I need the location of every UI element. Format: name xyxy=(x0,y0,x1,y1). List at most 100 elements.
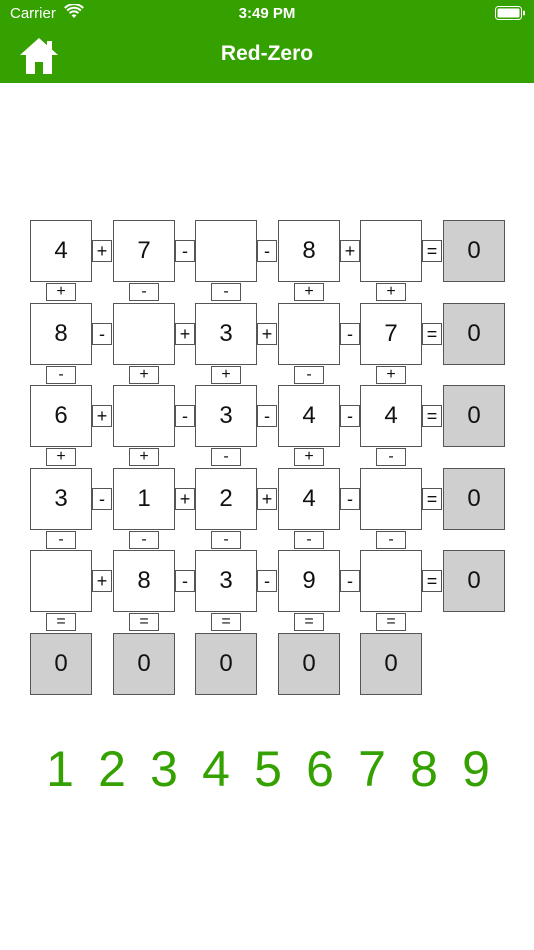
vertical-operator-box: + xyxy=(46,448,76,466)
operator-box: + xyxy=(257,488,277,510)
grid-cell: 3 xyxy=(195,550,257,612)
grid-cell: 3 xyxy=(195,385,257,447)
column-result-cell: 0 xyxy=(30,633,92,695)
grid-cell[interactable] xyxy=(278,303,340,365)
grid-cell: 4 xyxy=(278,385,340,447)
operator-box: - xyxy=(257,240,277,262)
column-result-cell: 0 xyxy=(195,633,257,695)
grid-cell[interactable] xyxy=(113,303,175,365)
equals-box: = xyxy=(422,240,442,262)
grid-cell[interactable] xyxy=(360,468,422,530)
operator-box: - xyxy=(257,570,277,592)
operator-box: - xyxy=(175,405,195,427)
battery-icon xyxy=(495,6,525,20)
vertical-operator-box: - xyxy=(294,531,324,549)
digit-button[interactable]: 6 xyxy=(300,740,340,798)
operator-box: - xyxy=(175,570,195,592)
column-result-cell: 0 xyxy=(113,633,175,695)
vertical-operator-box: + xyxy=(294,448,324,466)
vertical-operator-box: + xyxy=(46,283,76,301)
grid-cell[interactable] xyxy=(360,220,422,282)
row-result-cell: 0 xyxy=(443,385,505,447)
grid-cell: 3 xyxy=(195,303,257,365)
operator-box: - xyxy=(92,488,112,510)
row-result-cell: 0 xyxy=(443,468,505,530)
grid-cell: 2 xyxy=(195,468,257,530)
grid-cell: 6 xyxy=(30,385,92,447)
operator-box: - xyxy=(340,323,360,345)
vertical-operator-box: - xyxy=(46,366,76,384)
column-result-cell: 0 xyxy=(278,633,340,695)
vertical-operator-box: = xyxy=(46,613,76,631)
operator-box: + xyxy=(340,240,360,262)
equals-box: = xyxy=(422,323,442,345)
operator-box: + xyxy=(175,488,195,510)
grid-cell[interactable] xyxy=(113,385,175,447)
grid-cell: 4 xyxy=(360,385,422,447)
operator-box: - xyxy=(257,405,277,427)
grid-cell: 4 xyxy=(30,220,92,282)
grid-cell: 8 xyxy=(278,220,340,282)
vertical-operator-box: = xyxy=(129,613,159,631)
operator-box: - xyxy=(340,488,360,510)
grid-cell: 8 xyxy=(113,550,175,612)
vertical-operator-box: + xyxy=(129,448,159,466)
digit-button[interactable]: 5 xyxy=(248,740,288,798)
equals-box: = xyxy=(422,405,442,427)
vertical-operator-box: - xyxy=(211,448,241,466)
nav-title: Red-Zero xyxy=(220,42,314,65)
vertical-operator-box: - xyxy=(211,283,241,301)
vertical-operator-box: = xyxy=(211,613,241,631)
grid-cell: 3 xyxy=(30,468,92,530)
vertical-operator-box: = xyxy=(294,613,324,631)
digit-button[interactable]: 3 xyxy=(144,740,184,798)
nav-bar: Red-Zero xyxy=(0,28,534,83)
operator-box: + xyxy=(257,323,277,345)
status-bar: Carrier 3:49 PM xyxy=(0,0,534,28)
row-result-cell: 0 xyxy=(443,220,505,282)
grid-cell: 9 xyxy=(278,550,340,612)
digit-button[interactable]: 2 xyxy=(92,740,132,798)
grid-cell: 7 xyxy=(360,303,422,365)
operator-box: - xyxy=(175,240,195,262)
digit-pad: 123456789 xyxy=(40,740,500,800)
vertical-operator-box: + xyxy=(294,283,324,301)
operator-box: + xyxy=(175,323,195,345)
vertical-operator-box: - xyxy=(46,531,76,549)
vertical-operator-box: - xyxy=(376,531,406,549)
row-result-cell: 0 xyxy=(443,550,505,612)
equals-box: = xyxy=(422,488,442,510)
operator-box: + xyxy=(92,240,112,262)
vertical-operator-box: + xyxy=(376,283,406,301)
equals-box: = xyxy=(422,570,442,592)
vertical-operator-box: + xyxy=(376,366,406,384)
grid-cell[interactable] xyxy=(195,220,257,282)
operator-box: - xyxy=(340,570,360,592)
vertical-operator-box: - xyxy=(376,448,406,466)
vertical-operator-box: - xyxy=(129,531,159,549)
vertical-operator-box: - xyxy=(129,283,159,301)
operator-box: - xyxy=(92,323,112,345)
vertical-operator-box: - xyxy=(294,366,324,384)
operator-box: + xyxy=(92,405,112,427)
vertical-operator-box: + xyxy=(129,366,159,384)
column-result-cell: 0 xyxy=(360,633,422,695)
grid-cell: 4 xyxy=(278,468,340,530)
digit-button[interactable]: 8 xyxy=(404,740,444,798)
grid-cell[interactable] xyxy=(360,550,422,612)
grid-cell: 1 xyxy=(113,468,175,530)
operator-box: + xyxy=(92,570,112,592)
vertical-operator-box: - xyxy=(211,531,241,549)
digit-button[interactable]: 9 xyxy=(456,740,496,798)
row-result-cell: 0 xyxy=(443,303,505,365)
grid-cell: 7 xyxy=(113,220,175,282)
status-time: 3:49 PM xyxy=(238,5,296,22)
vertical-operator-box: = xyxy=(376,613,406,631)
digit-button[interactable]: 4 xyxy=(196,740,236,798)
grid-cell[interactable] xyxy=(30,550,92,612)
operator-box: - xyxy=(340,405,360,427)
grid-cell: 8 xyxy=(30,303,92,365)
digit-button[interactable]: 1 xyxy=(40,740,80,798)
vertical-operator-box: + xyxy=(211,366,241,384)
digit-button[interactable]: 7 xyxy=(352,740,392,798)
